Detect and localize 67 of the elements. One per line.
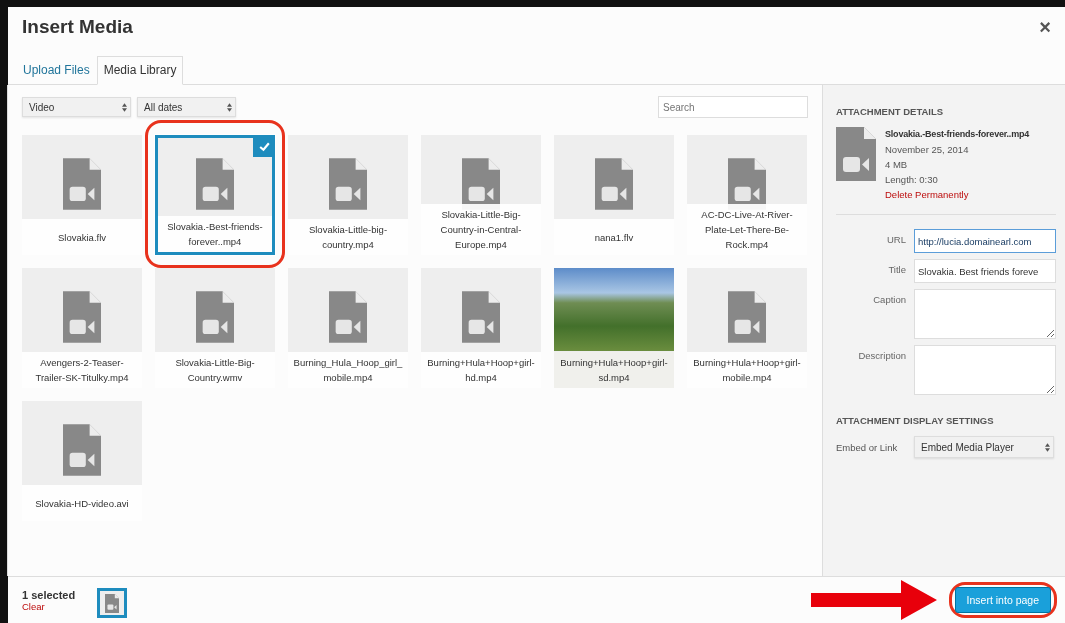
checkmark-icon[interactable] bbox=[253, 138, 272, 157]
field-label: Title bbox=[887, 263, 907, 277]
video-file-icon bbox=[462, 291, 500, 343]
media-tile[interactable]: Slovakia-Little-big-country.mp4 bbox=[288, 135, 408, 255]
media-tile[interactable]: Burning+Hula+Hoop+girl-mobile.mp4 bbox=[687, 268, 807, 388]
video-file-icon bbox=[196, 291, 234, 343]
upload-date: November 25, 2014 bbox=[885, 143, 970, 157]
video-file-icon bbox=[595, 158, 633, 210]
media-tile[interactable]: Burning+Hula+Hoop+girl-hd.mp4 bbox=[421, 268, 541, 388]
video-file-icon bbox=[196, 158, 234, 210]
updown-arrows-icon bbox=[227, 102, 232, 112]
field-label: Embed or Link bbox=[836, 441, 899, 453]
updown-arrows-icon bbox=[1045, 442, 1050, 452]
video-file-icon bbox=[105, 593, 119, 613]
file-name: Slovakia-HD-video.avi bbox=[22, 485, 142, 521]
field-label: Description bbox=[857, 349, 907, 363]
clear-link[interactable]: Clear bbox=[22, 600, 97, 612]
file-name: Burning+Hula+Hoop+girl-hd.mp4 bbox=[421, 352, 541, 388]
section-heading: ATTACHMENT DISPLAY SETTINGS bbox=[836, 415, 995, 426]
media-tile[interactable]: Burning+Hula+Hoop+girl-sd.mp4 bbox=[554, 268, 674, 388]
file-name: Slovakia-Little-big-country.mp4 bbox=[288, 219, 408, 255]
media-tile[interactable]: Slovakia.-Best-friends-forever..mp4 bbox=[155, 135, 275, 255]
media-tile[interactable]: Slovakia-Little-Big-Country.wmv bbox=[155, 268, 275, 388]
selection-count: 1 selected bbox=[22, 588, 77, 601]
delete-link[interactable]: Delete Permanently bbox=[885, 187, 1030, 202]
section-heading: ATTACHMENT DETAILS bbox=[836, 106, 945, 117]
file-name: Slovakia-Little-Big-Country.wmv bbox=[155, 352, 275, 388]
filter-dropdown[interactable]: Video bbox=[22, 97, 131, 117]
media-tile[interactable]: AC-DC-Live-At-River-Plate-Let-There-Be-Rock.mp4 bbox=[687, 135, 807, 255]
search-field[interactable]: Search bbox=[658, 96, 808, 118]
window-title: Insert Media bbox=[22, 16, 133, 38]
arrow-icon bbox=[810, 580, 937, 620]
embed-dropdown[interactable]: Embed Media Player bbox=[914, 436, 1054, 458]
media-tile[interactable]: Avengers-2-Teaser-Trailer-SK-Titulky.mp4 bbox=[22, 268, 142, 388]
media-tile[interactable]: Slovakia-HD-video.avi bbox=[22, 401, 142, 521]
video-file-icon bbox=[63, 158, 101, 210]
media-tile[interactable]: Slovakia-Little-Big-Country-in-Central-Europe.mp4 bbox=[421, 135, 541, 255]
file-name: AC-DC-Live-At-River-Plate-Let-There-Be-Rock.mp4 bbox=[687, 204, 807, 255]
field-label: URL bbox=[886, 233, 907, 247]
tab[interactable]: Upload Files bbox=[16, 56, 97, 85]
text-field[interactable]: Slovakia. Best friends foreve bbox=[914, 259, 1056, 283]
close-button[interactable]: × bbox=[1035, 15, 1055, 39]
media-tile[interactable]: Burning_Hula_Hoop_girl_mobile.mp4 bbox=[288, 268, 408, 388]
file-name: Avengers-2-Teaser-Trailer-SK-Titulky.mp4 bbox=[22, 352, 142, 388]
video-file-icon bbox=[728, 291, 766, 343]
filter-dropdown[interactable]: All dates bbox=[137, 97, 236, 117]
file-name: Slovakia.-Best-friends-forever..mp4 bbox=[885, 128, 1030, 141]
file-name: Burning_Hula_Hoop_girl_mobile.mp4 bbox=[288, 352, 408, 388]
file-name: Slovakia.-Best-friends-forever..mp4 bbox=[158, 216, 272, 252]
video-file-icon bbox=[63, 291, 101, 343]
video-file-icon bbox=[63, 424, 101, 476]
video-file-icon bbox=[836, 127, 876, 181]
file-name: Slovakia-Little-Big-Country-in-Central-Europe.mp4 bbox=[421, 204, 541, 255]
file-name: Burning+Hula+Hoop+girl-mobile.mp4 bbox=[687, 352, 807, 388]
media-tile[interactable]: Slovakia.flv bbox=[22, 135, 142, 255]
file-name: Slovakia.flv bbox=[22, 219, 142, 255]
media-tile[interactable]: nana1.flv bbox=[554, 135, 674, 255]
video-file-icon bbox=[329, 158, 367, 210]
file-size: 4 MB bbox=[885, 158, 909, 172]
field-label: Caption bbox=[872, 293, 907, 307]
file-name: nana1.flv bbox=[554, 219, 674, 255]
updown-arrows-icon bbox=[122, 102, 127, 112]
tab[interactable]: Media Library bbox=[96, 56, 184, 85]
video-length: Length: 0:30 bbox=[885, 173, 939, 187]
video-file-icon bbox=[329, 291, 367, 343]
selected-thumbnail[interactable] bbox=[97, 588, 127, 618]
text-field[interactable]: http://lucia.domainearl.com bbox=[914, 229, 1056, 253]
